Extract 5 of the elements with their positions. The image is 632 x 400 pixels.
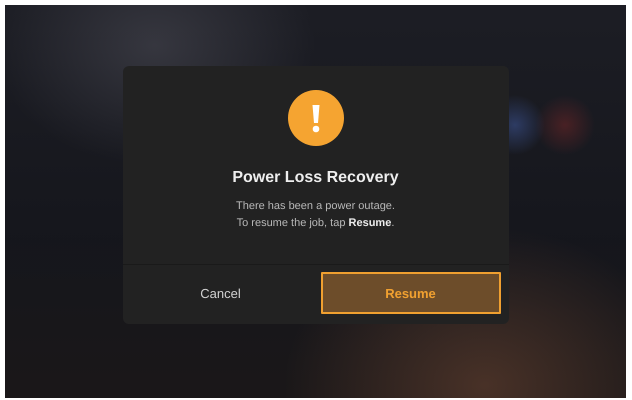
resume-button[interactable]: Resume [320, 272, 500, 314]
dialog-title: Power Loss Recovery [232, 169, 399, 187]
dialog-message: There has been a power outage. To resume the job, tap Resume. [236, 199, 395, 231]
warning-icon [288, 90, 344, 146]
cancel-button[interactable]: Cancel [130, 272, 310, 314]
